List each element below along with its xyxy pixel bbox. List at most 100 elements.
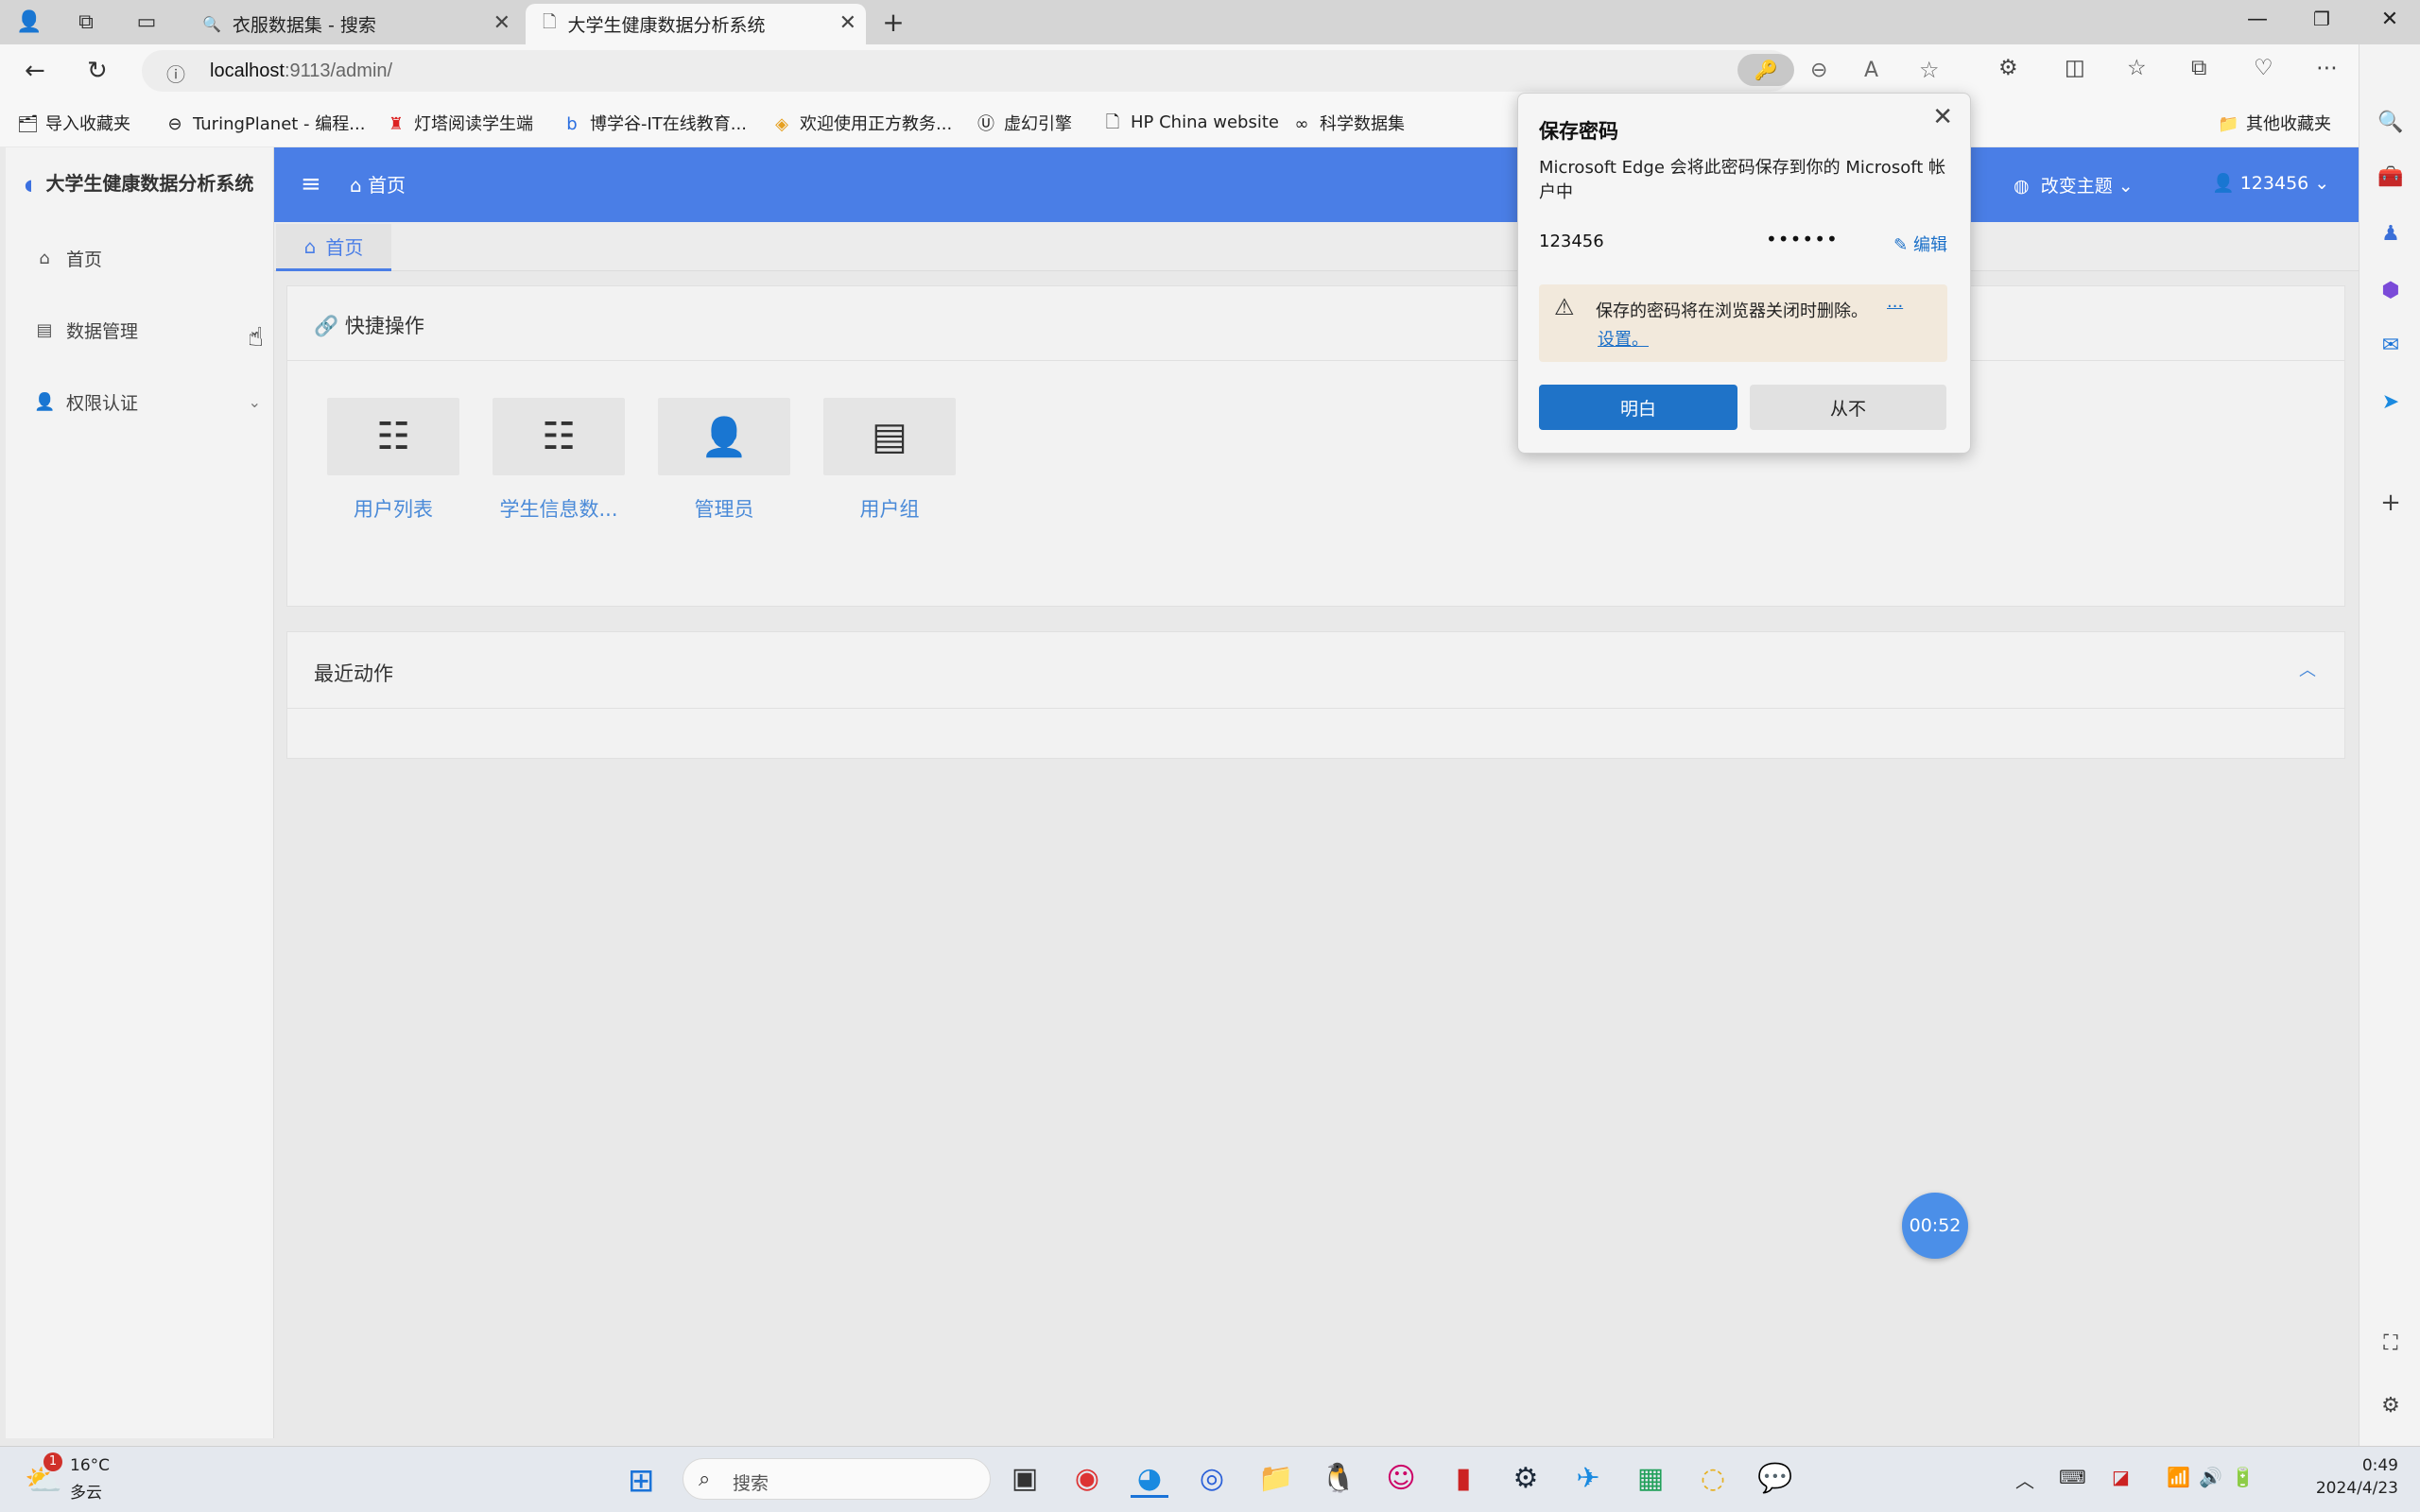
infinity-icon: ∞ <box>1294 114 1309 134</box>
outlook-icon[interactable]: ✉ <box>2377 334 2405 362</box>
address-bar[interactable]: ⓘ localhost:9113/admin/ 🔑 ⊖ A ☆ <box>142 50 1940 92</box>
chevron-up-icon[interactable]: ︿ <box>2015 1466 2034 1493</box>
taskbar-search[interactable]: ⌕ 搜索 <box>683 1458 991 1500</box>
quick-item-admin[interactable]: 👤 管理员 <box>658 398 790 523</box>
close-tab-icon[interactable]: ✕ <box>839 11 856 35</box>
games-icon[interactable]: ♟ <box>2377 222 2405 250</box>
close-icon[interactable]: ✕ <box>1932 103 1953 131</box>
bookmark-turing[interactable]: ⊖ TuringPlanet - 编程... <box>164 111 365 135</box>
add-icon[interactable]: + <box>2377 489 2405 517</box>
bookmark-other-folder[interactable]: 📁 其他收藏夹 <box>2218 111 2331 135</box>
favorites-icon[interactable]: ☆ <box>2127 56 2147 80</box>
app-icon[interactable]: ◎ <box>1193 1460 1231 1498</box>
quick-item-user-group[interactable]: ▤ 用户组 <box>823 398 956 523</box>
bookmark-tower[interactable]: ♜ 灯塔阅读学生端 <box>386 111 533 135</box>
edge-icon[interactable]: ◕ <box>1131 1460 1168 1498</box>
browser-essentials-icon[interactable]: ♡ <box>2254 56 2273 80</box>
zoom-icon[interactable]: ⊖ <box>1810 59 1827 82</box>
profile-icon[interactable]: 👤 <box>15 8 43 36</box>
pycharm-icon[interactable]: ▦ <box>1632 1460 1669 1498</box>
minimize-icon[interactable]: — <box>2238 8 2276 36</box>
send-icon[interactable]: ➤ <box>2377 390 2405 419</box>
password-key-icon[interactable]: 🔑 <box>1737 54 1794 86</box>
screenshot-icon[interactable]: ⛶ <box>2377 1332 2405 1360</box>
edit-button[interactable]: ✎ 编辑 <box>1893 232 1947 256</box>
clock-date[interactable]: 2024/4/23 <box>2266 1479 2398 1498</box>
more-link[interactable]: ... <box>1887 292 1903 312</box>
app-brand[interactable]: ◖ 大学生健康数据分析系统 <box>25 168 253 196</box>
url-text[interactable]: localhost:9113/admin/ <box>210 60 392 82</box>
browser-tab-search[interactable]: 🔍 衣服数据集 - 搜索 ✕ <box>189 4 520 44</box>
never-button[interactable]: 从不 <box>1750 385 1946 430</box>
tab-title: 衣服数据集 - 搜索 <box>232 15 376 36</box>
restore-icon[interactable]: ❐ <box>2303 8 2341 36</box>
read-aloud-icon[interactable]: A <box>1864 59 1878 82</box>
refresh-icon[interactable]: ↻ <box>87 57 108 85</box>
bookmark-unreal[interactable]: Ⓤ 虚幻引擎 <box>976 111 1072 135</box>
bookmark-boxuegu[interactable]: b 博学谷-IT在线教育... <box>562 111 747 135</box>
settings-icon[interactable]: ⚙ <box>2377 1394 2405 1422</box>
collections-icon[interactable]: ⧉ <box>2191 56 2206 80</box>
edge-sidebar: 🔍 🧰 ♟ ⬢ ✉ ➤ + ⛶ ⚙ <box>2359 44 2420 1446</box>
quick-item-user-list[interactable]: ☷ 用户列表 <box>327 398 459 523</box>
weather-description[interactable]: 多云 <box>70 1479 102 1503</box>
quick-item-label[interactable]: 用户列表 <box>327 494 459 523</box>
extensions-icon[interactable]: ⚙ <box>1998 56 2018 80</box>
table-icon: ▤ <box>36 320 53 340</box>
user-dropdown[interactable]: 👤 123456 ⌄ <box>2212 172 2329 194</box>
workspaces-icon[interactable]: ⧉ <box>72 8 100 36</box>
split-screen-icon[interactable]: ◫ <box>2065 56 2085 80</box>
sidebar-item-data-management[interactable]: ▤ 数据管理 ⌄ <box>34 318 261 343</box>
clock-time[interactable]: 0:49 <box>2323 1456 2398 1475</box>
quick-item-label[interactable]: 管理员 <box>658 494 790 523</box>
search-icon: 🔍 <box>202 15 221 33</box>
search-icon[interactable]: 🔍 <box>2377 111 2405 139</box>
avatar-app-icon[interactable]: ☺ <box>1382 1460 1420 1498</box>
wechat-icon[interactable]: 💬 <box>1756 1460 1794 1498</box>
weather-temperature[interactable]: 16°C <box>70 1456 110 1475</box>
tools-icon[interactable]: 🧰 <box>2377 165 2405 194</box>
office-icon[interactable]: ⬢ <box>2377 279 2405 307</box>
bookmark-import[interactable]: 🗂 导入收藏夹 <box>17 111 130 135</box>
bookmark-hp[interactable]: 🗋 HP China website <box>1102 111 1279 139</box>
sidebar-item-permissions[interactable]: 👤 权限认证 ⌄ <box>34 389 261 415</box>
menu-toggle-icon[interactable]: ≡ <box>301 170 321 198</box>
settings-link[interactable]: 设置。 <box>1598 326 1649 351</box>
bookmark-science[interactable]: ∞ 科学数据集 <box>1291 111 1406 135</box>
browser-tab-active[interactable]: 🗋 大学生健康数据分析系统 ✕ <box>526 4 866 44</box>
close-window-icon[interactable]: ✕ <box>2371 8 2409 36</box>
new-tab-icon[interactable]: + <box>879 7 908 38</box>
favorite-star-icon[interactable]: ☆ <box>1919 57 1940 83</box>
tab-actions-icon[interactable]: ▭ <box>132 8 161 36</box>
info-icon[interactable]: ⓘ <box>166 60 185 87</box>
bookmark-zhengfang[interactable]: ◈ 欢迎使用正方教务... <box>771 111 952 135</box>
sidebar-item-home[interactable]: ⌂ 首页 <box>34 246 261 271</box>
red-app-icon[interactable]: ▮ <box>1444 1460 1482 1498</box>
accept-button[interactable]: 明白 <box>1539 385 1737 430</box>
more-menu-icon[interactable]: ⋯ <box>2316 56 2338 80</box>
file-explorer-icon[interactable]: 📁 <box>1257 1460 1295 1498</box>
quick-item-label[interactable]: 用户组 <box>823 494 956 523</box>
ime-icon[interactable]: ⌨ <box>2059 1466 2086 1488</box>
qq-icon[interactable]: 🐧 <box>1320 1460 1357 1498</box>
theme-dropdown[interactable]: ◍ 改变主题 ⌄ <box>2014 172 2134 198</box>
quick-item-student-info[interactable]: ☷ 学生信息数... <box>493 398 625 523</box>
task-view-icon[interactable]: ▣ <box>1006 1460 1044 1498</box>
tab-home[interactable]: ⌂ 首页 <box>276 224 391 271</box>
tray-app-icon[interactable]: ◪ <box>2112 1466 2130 1488</box>
messenger-icon[interactable]: ✈ <box>1569 1460 1607 1498</box>
dialog-title: 保存密码 <box>1539 120 1618 143</box>
header-home-link[interactable]: ⌂ 首页 <box>350 170 406 198</box>
back-icon[interactable]: ← <box>25 57 45 85</box>
volume-icon[interactable]: 🔊 <box>2199 1466 2222 1488</box>
timer-bubble[interactable]: 00:52 <box>1902 1193 1968 1259</box>
collapse-icon[interactable]: ︿ <box>2299 657 2316 681</box>
game-icon[interactable]: ◌ <box>1694 1460 1732 1498</box>
steam-icon[interactable]: ⚙ <box>1507 1460 1545 1498</box>
chrome-icon[interactable]: ◉ <box>1068 1460 1106 1498</box>
wifi-icon[interactable]: 📶 <box>2167 1466 2190 1488</box>
battery-icon[interactable]: 🔋 <box>2231 1466 2255 1488</box>
quick-item-label[interactable]: 学生信息数... <box>493 494 625 523</box>
windows-start-icon[interactable]: ⊞ <box>628 1462 655 1500</box>
close-tab-icon[interactable]: ✕ <box>493 11 510 35</box>
